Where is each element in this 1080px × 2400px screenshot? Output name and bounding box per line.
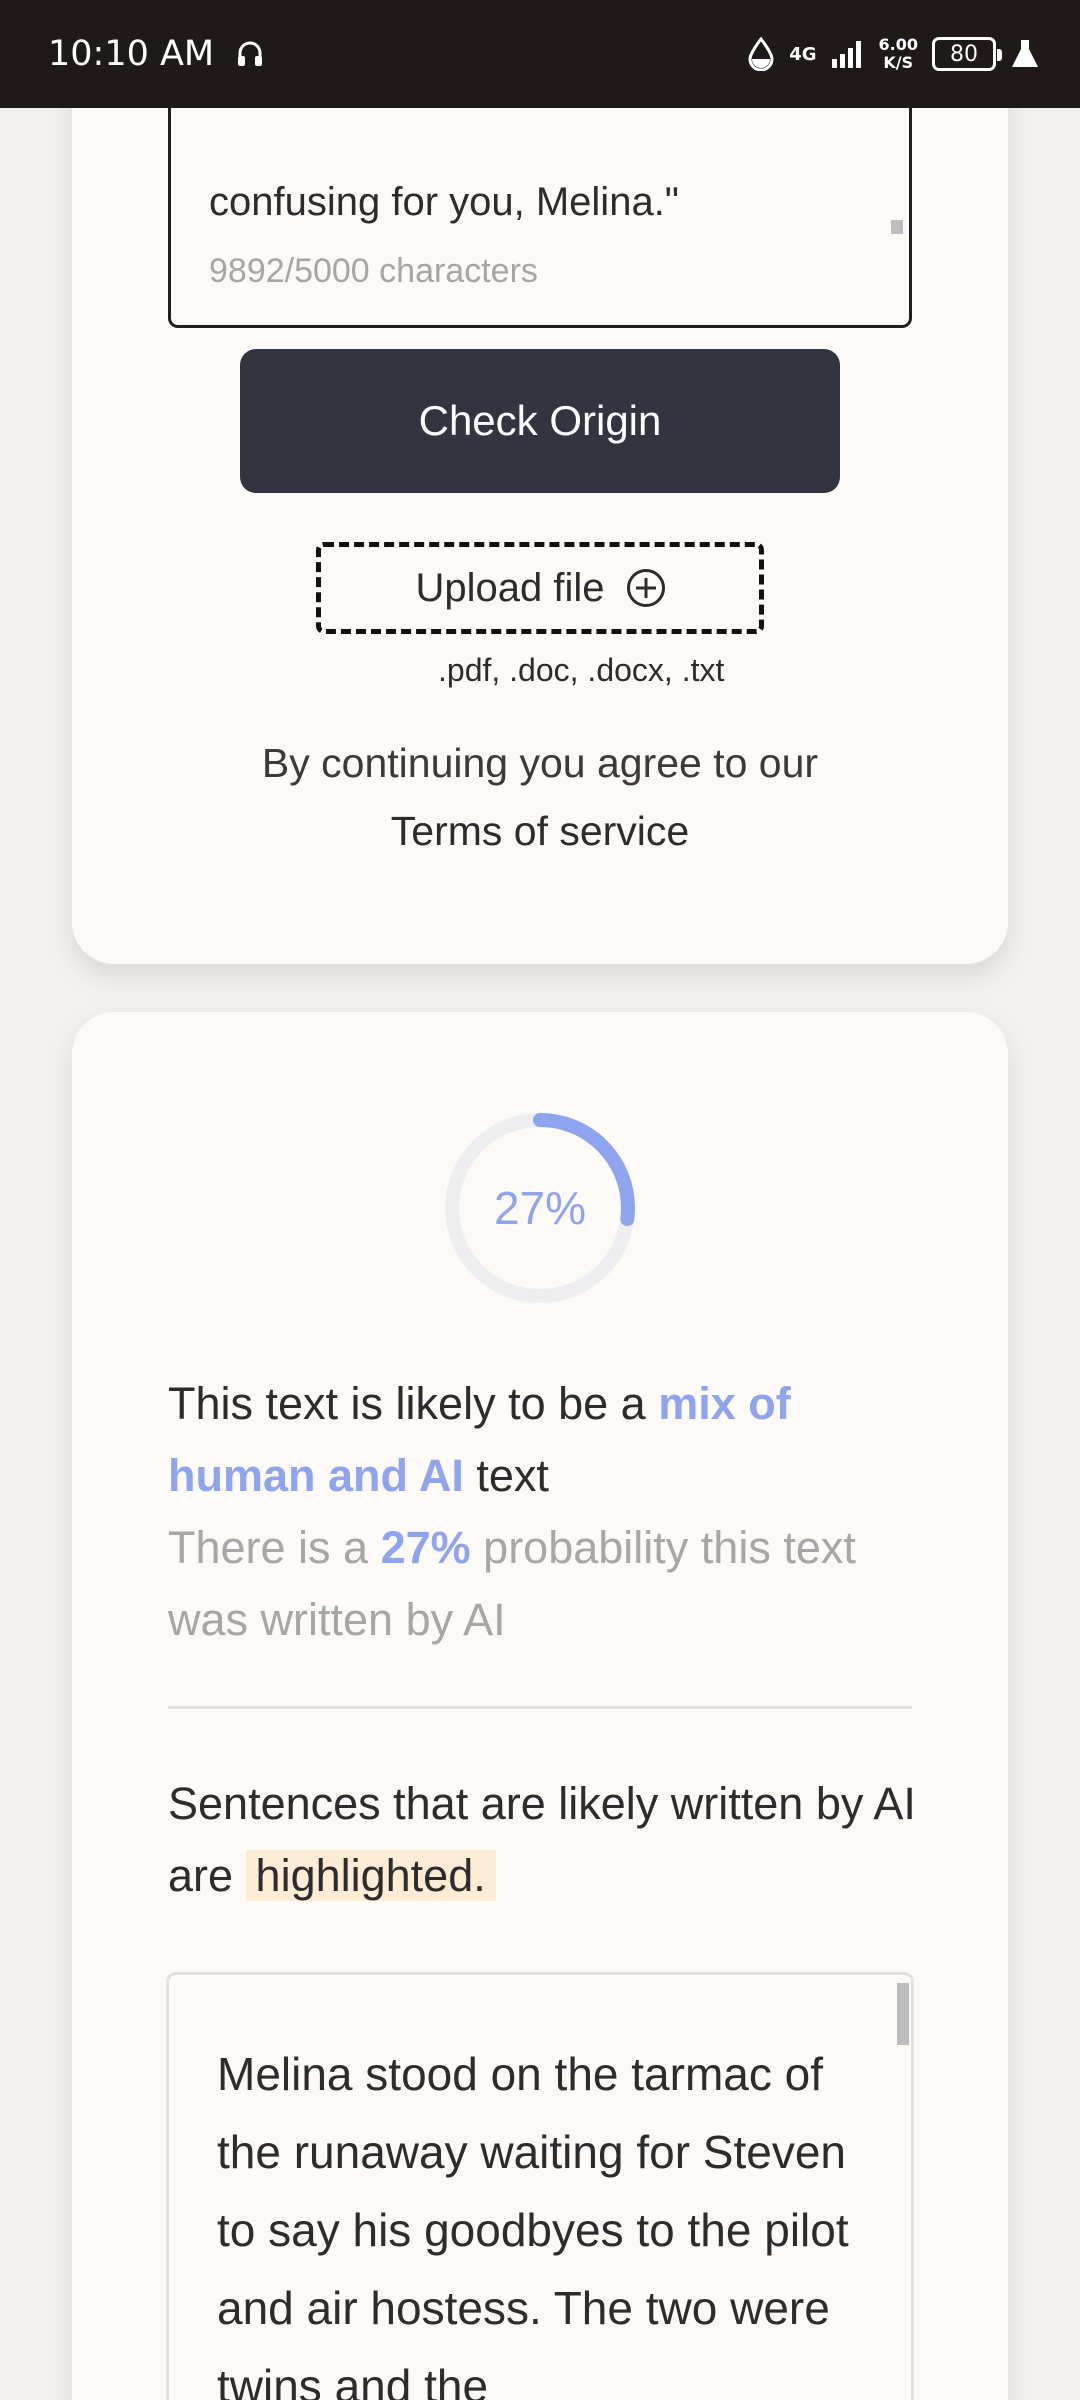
plus-circle-icon xyxy=(626,569,665,607)
verdict-prefix: This text is likely to be a xyxy=(168,1378,659,1429)
terms-of-service-link[interactable]: Terms of service xyxy=(72,808,1008,855)
status-right: 4G 6.00 K/S 80 xyxy=(747,36,1040,72)
agree-text: By continuing you agree to our xyxy=(261,740,819,786)
data-saver-icon xyxy=(748,37,774,71)
analyzed-text-scrollbar[interactable] xyxy=(897,1983,909,2045)
probability-value: 27% xyxy=(380,1522,471,1573)
divider xyxy=(168,1706,912,1709)
verdict-suffix: text xyxy=(463,1450,549,1501)
analyzed-text: Melina stood on the tarmac of the runawa… xyxy=(217,2048,849,2400)
upload-file-button[interactable]: Upload file xyxy=(316,542,764,634)
status-bar: 10:10 AM 4G 6.00 K/S 80 xyxy=(0,0,1080,108)
sentences-note: Sentences that are likely written by AI … xyxy=(168,1768,928,1912)
gauge-label: 27% xyxy=(493,1182,587,1234)
text-input-content: confusing for you, Melina." xyxy=(209,180,679,224)
lab-flask-icon xyxy=(1012,40,1038,67)
battery-icon: 80 xyxy=(932,37,1002,71)
signal-icon xyxy=(831,41,861,68)
char-count: 9892/5000 characters xyxy=(209,252,538,290)
verdict-text: This text is likely to be a mix of human… xyxy=(168,1368,928,1512)
net-speed-value: 6.00 xyxy=(878,35,918,54)
net-speed-unit: K/S xyxy=(883,53,914,72)
probability-text: There is a 27% probability this text was… xyxy=(168,1512,928,1656)
network-type: 4G xyxy=(789,43,817,65)
highlight-sample: highlighted. xyxy=(245,1850,496,1901)
status-time: 10:10 AM xyxy=(48,34,215,74)
net-speed: 6.00 K/S xyxy=(879,36,918,72)
battery-level: 80 xyxy=(950,41,978,67)
text-input-area[interactable]: confusing for you, Melina." 9892/5000 ch… xyxy=(168,80,912,328)
analyzed-text-box[interactable]: Melina stood on the tarmac of the runawa… xyxy=(166,1972,914,2400)
check-origin-button[interactable]: Check Origin xyxy=(240,349,840,493)
probability-prefix: There is a xyxy=(168,1522,381,1573)
result-card: 27% This text is likely to be a mix of h… xyxy=(72,1012,1008,2400)
file-types-hint: .pdf, .doc, .docx, .txt xyxy=(438,652,725,688)
input-card: confusing for you, Melina." 9892/5000 ch… xyxy=(72,40,1008,964)
headphones-icon xyxy=(238,41,263,66)
upload-file-label: Upload file xyxy=(415,565,605,610)
status-left: 10:10 AM xyxy=(48,34,264,74)
textarea-scrollbar[interactable] xyxy=(891,220,903,234)
